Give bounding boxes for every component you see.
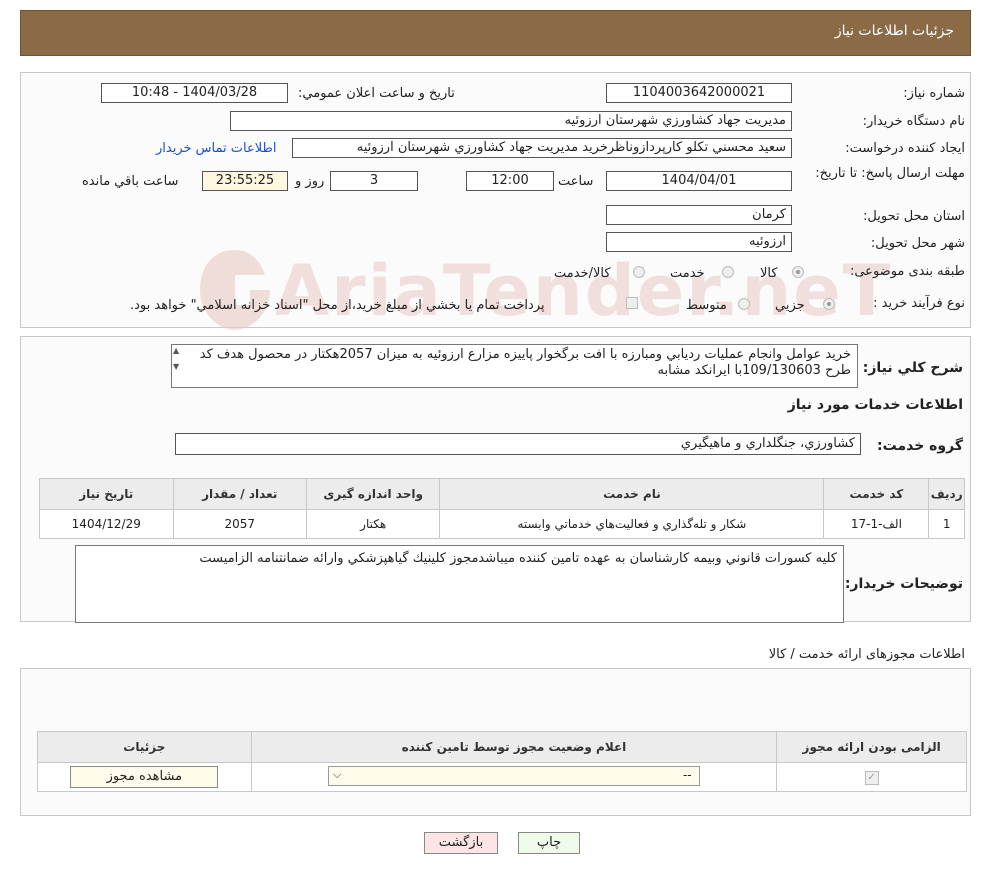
print-button[interactable]: چاپ: [518, 832, 580, 854]
buyer-org-label: نام دستگاه خريدار:: [862, 114, 965, 129]
category-radio-goods[interactable]: [792, 266, 804, 278]
deadline-label: مهلت ارسال پاسخ: تا تاریخ:: [815, 166, 965, 181]
cell-unit: هكتار: [305, 509, 441, 539]
col-row: رديف: [928, 478, 965, 510]
col-name: نام خدمت: [439, 478, 825, 510]
announce-field: 1404/03/28 - 10:48: [101, 83, 288, 103]
cell-quantity: 2057: [172, 509, 307, 539]
col-permit-details: جزئيات: [37, 731, 252, 763]
page-header: جزئیات اطلاعات نیاز: [20, 10, 971, 56]
cell-date: 1404/12/29: [39, 509, 174, 539]
days-field: 3: [330, 171, 418, 191]
summary-text: خريد عوامل وانجام عمليات رديابي ومبارزه …: [199, 347, 851, 378]
summary-scroll-up-icon[interactable]: ▲: [173, 346, 179, 355]
col-quantity: تعداد / مقدار: [172, 478, 307, 510]
buyer-org-field: مديريت جهاد كشاورزي شهرستان ارزوئيه: [230, 111, 792, 131]
col-unit: واحد اندازه گيری: [305, 478, 441, 510]
city-label: شهر محل تحويل:: [870, 236, 965, 251]
permits-table: الزامی بودن ارائه مجوز اعلام وضعيت مجوز …: [37, 731, 967, 792]
need-number-field: 1104003642000021: [606, 83, 792, 103]
service-group-field: كشاورزي، جنگلداري و ماهيگيري: [175, 433, 861, 455]
service-group-label: گروه خدمت:: [877, 438, 963, 454]
table-row: ✓ ⌵ -- مشاهده مجوز: [37, 762, 967, 792]
view-permit-button[interactable]: مشاهده مجوز: [70, 766, 219, 788]
services-section-title: اطلاعات خدمات مورد نياز: [787, 397, 963, 413]
page-title: جزئیات اطلاعات نیاز: [834, 23, 954, 39]
chevron-down-icon: ⌵: [332, 767, 342, 781]
back-button[interactable]: بازگشت: [424, 832, 498, 854]
province-label: استان محل تحويل:: [863, 209, 965, 224]
watermark-text: AriaTender.neT: [275, 250, 893, 332]
deadline-time-label: ساعت: [558, 174, 594, 189]
category-radio-service[interactable]: [722, 266, 734, 278]
col-code: كد خدمت: [823, 478, 930, 510]
summary-scroll-down-icon[interactable]: ▼: [173, 362, 179, 371]
watermark-logo: [195, 245, 275, 335]
table-row: 1 الف-1-17 شكار و تله‌گذاري و فعاليت‌هاي…: [39, 509, 965, 539]
creator-field: سعيد محسني تكلو كارپردازوناظرخريد مديريت…: [292, 138, 792, 158]
process-note: پرداخت تمام يا بخشي از مبلغ خريد،از محل …: [130, 298, 545, 313]
category-radio-both[interactable]: [633, 266, 645, 278]
days-label: روز و: [295, 174, 325, 189]
province-field: كرمان: [606, 205, 792, 225]
buyer-notes-text: كليه كسورات قانوني وبيمه كارشناسان به عه…: [199, 551, 837, 566]
col-permit-required: الزامی بودن ارائه مجوز: [776, 731, 967, 763]
category-label: طبقه بندی موضوعی:: [849, 264, 965, 279]
announce-label: تاریخ و ساعت اعلان عمومي:: [298, 86, 455, 101]
buyer-contact-link[interactable]: اطلاعات تماس خريدار: [156, 141, 276, 156]
category-option-both: كالا/خدمت: [554, 266, 611, 281]
remaining-label: ساعت باقي مانده: [82, 174, 179, 189]
process-option-minor: جزيي: [775, 298, 805, 313]
category-option-service: خدمت: [670, 266, 705, 281]
permits-table-header: الزامی بودن ارائه مجوز اعلام وضعيت مجوز …: [37, 731, 967, 763]
summary-textarea[interactable]: خريد عوامل وانجام عمليات رديابي ومبارزه …: [171, 344, 858, 388]
deadline-time-field: 12:00: [466, 171, 554, 191]
cell-name: شكار و تله‌گذاري و فعاليت‌هاي خدماتي واب…: [439, 509, 825, 539]
need-number-label: شماره نیاز:: [903, 86, 965, 101]
permits-section-title: اطلاعات مجوزهای ارائه خدمت / كالا: [768, 647, 965, 662]
col-permit-status: اعلام وضعيت مجوز توسط تامين كننده: [250, 731, 778, 763]
category-option-goods: كالا: [760, 266, 778, 281]
services-table-header: رديف كد خدمت نام خدمت واحد اندازه گيری ت…: [39, 478, 965, 510]
permit-required-checkbox[interactable]: ✓: [864, 771, 879, 785]
cell-permit-status: ⌵ --: [250, 762, 778, 792]
process-option-medium: متوسط: [686, 298, 727, 313]
deadline-date-field: 1404/04/01: [606, 171, 792, 191]
cell-permit-required: ✓: [776, 762, 967, 792]
services-table: رديف كد خدمت نام خدمت واحد اندازه گيری ت…: [39, 478, 965, 539]
permit-status-select[interactable]: ⌵ --: [327, 765, 700, 786]
cell-permit-details: مشاهده مجوز: [37, 762, 252, 792]
process-radio-minor[interactable]: [823, 298, 835, 310]
cell-row: 1: [928, 509, 965, 539]
treasury-checkbox[interactable]: [626, 297, 638, 309]
buyer-notes-label: توضيحات خريدار:: [844, 576, 963, 592]
remaining-time-field: 23:55:25: [202, 171, 288, 191]
city-field: ارزوئيه: [606, 232, 792, 252]
summary-label: شرح كلي نياز:: [862, 360, 963, 376]
cell-code: الف-1-17: [823, 509, 930, 539]
col-date: تاریخ نیاز: [39, 478, 174, 510]
permit-status-value: --: [682, 767, 692, 782]
process-label: نوع فرآيند خريد :: [873, 296, 965, 311]
buyer-notes-textarea[interactable]: كليه كسورات قانوني وبيمه كارشناسان به عه…: [75, 545, 844, 623]
process-radio-medium[interactable]: [738, 298, 750, 310]
creator-label: ايجاد كننده درخواست:: [845, 141, 965, 156]
